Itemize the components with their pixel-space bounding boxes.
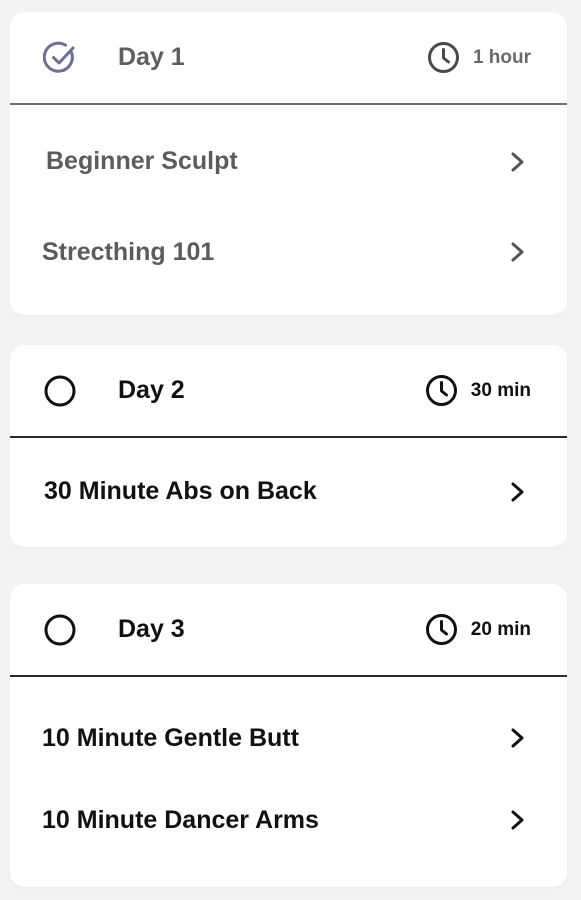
- duration-label: 1 hour: [472, 46, 531, 68]
- empty-circle-icon[interactable]: [43, 613, 77, 647]
- workout-row[interactable]: Beginner Sculpt: [10, 113, 567, 210]
- day-header[interactable]: Day 1 1 hour: [10, 12, 567, 105]
- duration: 1 hour: [427, 12, 531, 103]
- workout-label: 10 Minute Gentle Butt: [42, 723, 299, 752]
- duration: 20 min: [425, 584, 531, 675]
- chevron-right-icon: [511, 482, 524, 501]
- day-title: Day 2: [118, 376, 185, 404]
- empty-circle-icon[interactable]: [43, 374, 77, 408]
- day-card-3: Day 3 20 min 10 Minute Gentle Butt 10 Mi…: [10, 584, 567, 887]
- chevron-right-icon: [511, 242, 524, 262]
- clock-icon: [425, 614, 457, 645]
- chevron-right-icon: [511, 810, 524, 830]
- duration: 30 min: [425, 345, 531, 436]
- clock-icon: [427, 42, 459, 73]
- day-title: Day 1: [118, 43, 185, 71]
- day-title: Day 3: [118, 615, 185, 643]
- day-header[interactable]: Day 2 30 min: [10, 345, 567, 438]
- workout-label: 10 Minute Dancer Arms: [42, 805, 319, 834]
- day-card-1: Day 1 1 hour Beginner Sculpt Strecthing …: [10, 12, 567, 315]
- workout-label: Strecthing 101: [42, 237, 215, 266]
- clock-icon: [425, 375, 457, 406]
- workout-label: Beginner Sculpt: [46, 147, 238, 175]
- workout-row[interactable]: 30 Minute Abs on Back: [10, 438, 567, 545]
- chevron-right-icon: [511, 152, 524, 171]
- day-card-2: Day 2 30 min 30 Minute Abs on Back: [10, 345, 567, 547]
- workout-label: 30 Minute Abs on Back: [44, 477, 317, 505]
- workout-row[interactable]: 10 Minute Gentle Butt: [10, 697, 567, 779]
- chevron-right-icon: [511, 728, 524, 748]
- duration-label: 20 min: [470, 618, 531, 640]
- workout-row[interactable]: Strecthing 101: [10, 210, 567, 294]
- day-header[interactable]: Day 3 20 min: [10, 584, 567, 677]
- workout-row[interactable]: 10 Minute Dancer Arms: [10, 779, 567, 861]
- check-circle-icon[interactable]: [43, 41, 77, 75]
- duration-label: 30 min: [470, 379, 531, 401]
